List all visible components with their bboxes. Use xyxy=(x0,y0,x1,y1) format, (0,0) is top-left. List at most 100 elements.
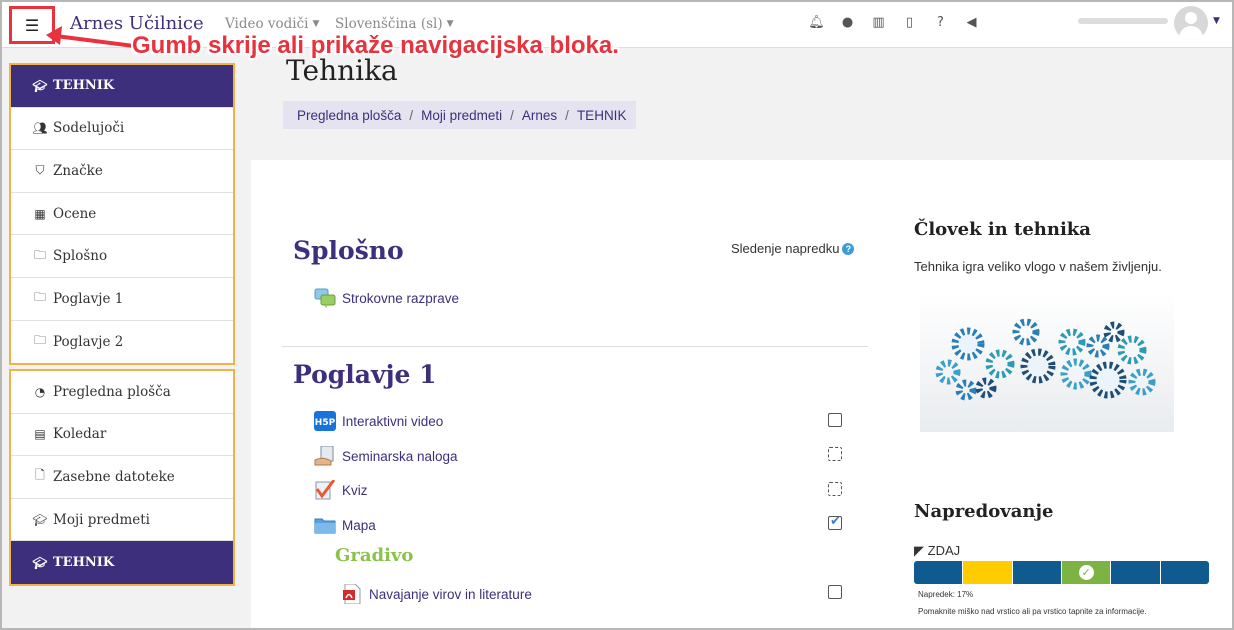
graduation-cap-icon: 🎓︎ xyxy=(32,512,48,527)
completion-auto-indicator xyxy=(828,447,842,461)
users-icon: 👥︎ xyxy=(32,121,48,136)
sidebar-item-dashboard[interactable]: ◔ Pregledna plošča xyxy=(11,371,233,414)
sidebar-item-label: Poglavje 1 xyxy=(53,290,124,307)
forum-icon xyxy=(314,288,336,308)
sidebar-item-participants[interactable]: 👥︎ Sodelujoči xyxy=(11,108,233,151)
menu-label: Slovenščina (sl) xyxy=(335,16,443,32)
progress-tracking-label: Sledenje napredku? xyxy=(731,241,855,256)
quiz-icon xyxy=(315,480,336,500)
section-title-general[interactable]: Splošno xyxy=(293,236,404,265)
assignment-icon xyxy=(314,446,334,466)
graduation-cap-icon: 🎓︎ xyxy=(32,555,48,570)
sidebar-item-label: Poglavje 2 xyxy=(53,333,124,350)
pdf-icon xyxy=(343,584,361,604)
book-icon[interactable]: ▥ xyxy=(870,15,887,30)
completion-auto-indicator xyxy=(828,482,842,496)
breadcrumb-link[interactable]: Arnes xyxy=(522,108,557,123)
table-icon: ▦ xyxy=(34,206,46,221)
breadcrumb-separator: / xyxy=(510,107,514,123)
navbar-icons: 🔔︎ ● ▥ ▯ ? ◀ xyxy=(808,15,980,30)
breadcrumb-link[interactable]: Moji predmeti xyxy=(421,108,502,123)
activity-label: Interaktivni video xyxy=(342,413,444,429)
sidebar-item-label: Pregledna plošča xyxy=(53,383,171,400)
callout-arrow xyxy=(46,26,135,48)
activity-forum[interactable]: Strokovne razprave xyxy=(314,287,459,309)
corner-marker-icon: ◤ xyxy=(914,543,924,558)
sidebar-item-label: Ocene xyxy=(53,205,97,222)
course-block-title: Človek in tehnika xyxy=(914,219,1091,240)
folder-icon: 🗀 xyxy=(33,247,46,262)
video-guides-menu[interactable]: Video vodiči ▼ xyxy=(225,16,319,32)
sidebar-item-private-files[interactable]: 🗋 Zasebne datoteke xyxy=(11,456,233,499)
activity-assignment[interactable]: Seminarska naloga xyxy=(314,445,458,467)
svg-text:H5P: H5P xyxy=(315,418,336,428)
hamburger-icon: ☰ xyxy=(24,15,40,35)
progress-block-title: Napredovanje xyxy=(914,501,1054,522)
progress-percent-text: Napredek: 17% xyxy=(918,590,974,599)
help-icon[interactable]: ? xyxy=(932,15,949,30)
completion-checkbox[interactable] xyxy=(828,413,842,427)
completion-checkbox-checked[interactable] xyxy=(828,514,842,530)
breadcrumb-link[interactable]: TEHNIK xyxy=(577,108,627,123)
gears-illustration xyxy=(920,292,1174,432)
folder-icon: 🗀 xyxy=(33,290,46,305)
sidebar-item-label: Sodelujoči xyxy=(53,120,125,137)
sidebar-item-tehnik[interactable]: 🎓︎ TEHNIK xyxy=(11,541,233,584)
folder-icon: 🗀 xyxy=(33,333,46,348)
sidebar-item-label: Značke xyxy=(53,162,103,179)
sidebar-item-badges[interactable]: ⛉ Značke xyxy=(11,150,233,193)
callout-annotation: Gumb skrije ali prikaže navigacijska blo… xyxy=(132,32,619,59)
activity-pdf-resource[interactable]: Navajanje virov in literature xyxy=(341,583,532,605)
check-icon: ✓ xyxy=(1078,565,1094,580)
activity-label: Navajanje virov in literature xyxy=(369,586,532,602)
bell-icon[interactable]: 🔔︎ xyxy=(808,15,825,30)
activity-interactive-video[interactable]: H5P Interaktivni video xyxy=(314,410,443,432)
activity-label: Kviz xyxy=(342,482,368,498)
progress-segment[interactable] xyxy=(914,561,964,584)
graduation-cap-icon: 🎓︎ xyxy=(32,78,48,93)
sidebar-item-chapter-2[interactable]: 🗀 Poglavje 2 xyxy=(11,321,233,364)
sidebar-item-label: TEHNIK xyxy=(53,78,115,94)
caret-down-icon: ▼ xyxy=(446,19,454,29)
help-icon[interactable]: ? xyxy=(842,243,855,255)
sidebar-item-general[interactable]: 🗀 Splošno xyxy=(11,235,233,278)
h5p-icon: H5P xyxy=(314,411,336,431)
progress-segment[interactable]: ✓ xyxy=(1061,561,1112,584)
mobile-icon[interactable]: ▯ xyxy=(901,15,918,30)
completion-checkbox[interactable] xyxy=(828,585,842,599)
section-title-chapter-1[interactable]: Poglavje 1 xyxy=(293,360,437,389)
language-menu[interactable]: Slovenščina (sl) ▼ xyxy=(335,16,454,32)
sidebar-item-tehnik[interactable]: 🎓︎ TEHNIK xyxy=(11,65,233,108)
activity-label: Mapa xyxy=(342,517,376,533)
activity-quiz[interactable]: Kviz xyxy=(314,479,368,501)
folder-icon xyxy=(314,518,336,534)
progress-segment[interactable] xyxy=(963,561,1013,584)
progress-segment[interactable] xyxy=(1012,561,1062,584)
activity-label: Seminarska naloga xyxy=(342,448,458,464)
calendar-icon: ▤ xyxy=(34,427,46,442)
progress-segment[interactable] xyxy=(1160,561,1209,584)
progress-segment[interactable] xyxy=(1111,561,1161,584)
avatar[interactable] xyxy=(1174,6,1208,40)
sidebar-item-my-courses[interactable]: 🎓︎ Moji predmeti xyxy=(11,499,233,542)
breadcrumb-link[interactable]: Pregledna plošča xyxy=(297,108,401,123)
progress-bar[interactable]: ✓ xyxy=(914,561,1209,584)
section-divider xyxy=(282,346,868,347)
subsection-heading: Gradivo xyxy=(335,545,414,566)
sidebar-item-calendar[interactable]: ▤ Koledar xyxy=(11,414,233,457)
user-menu-caret-icon[interactable]: ▼ xyxy=(1213,16,1220,26)
sidebar-item-label: Zasebne datoteke xyxy=(53,468,175,485)
dashboard-icon: ◔ xyxy=(34,384,46,399)
sidebar-item-chapter-1[interactable]: 🗀 Poglavje 1 xyxy=(11,278,233,321)
megaphone-icon[interactable]: ◀ xyxy=(963,15,980,30)
progress-tracking-text: Sledenje napredku xyxy=(731,241,840,256)
sidebar-item-label: Moji predmeti xyxy=(53,511,151,528)
sidebar-item-label: Splošno xyxy=(53,248,108,265)
sidebar-item-grades[interactable]: ▦ Ocene xyxy=(11,193,233,236)
sidebar-item-label: Koledar xyxy=(53,426,107,443)
chat-icon[interactable]: ● xyxy=(839,15,856,30)
sidebar-item-label: TEHNIK xyxy=(53,555,115,571)
activity-folder[interactable]: Mapa xyxy=(314,514,376,536)
site-navigation-block: ◔ Pregledna plošča ▤ Koledar 🗋 Zasebne dato… xyxy=(9,369,235,586)
user-name[interactable] xyxy=(1078,18,1168,24)
